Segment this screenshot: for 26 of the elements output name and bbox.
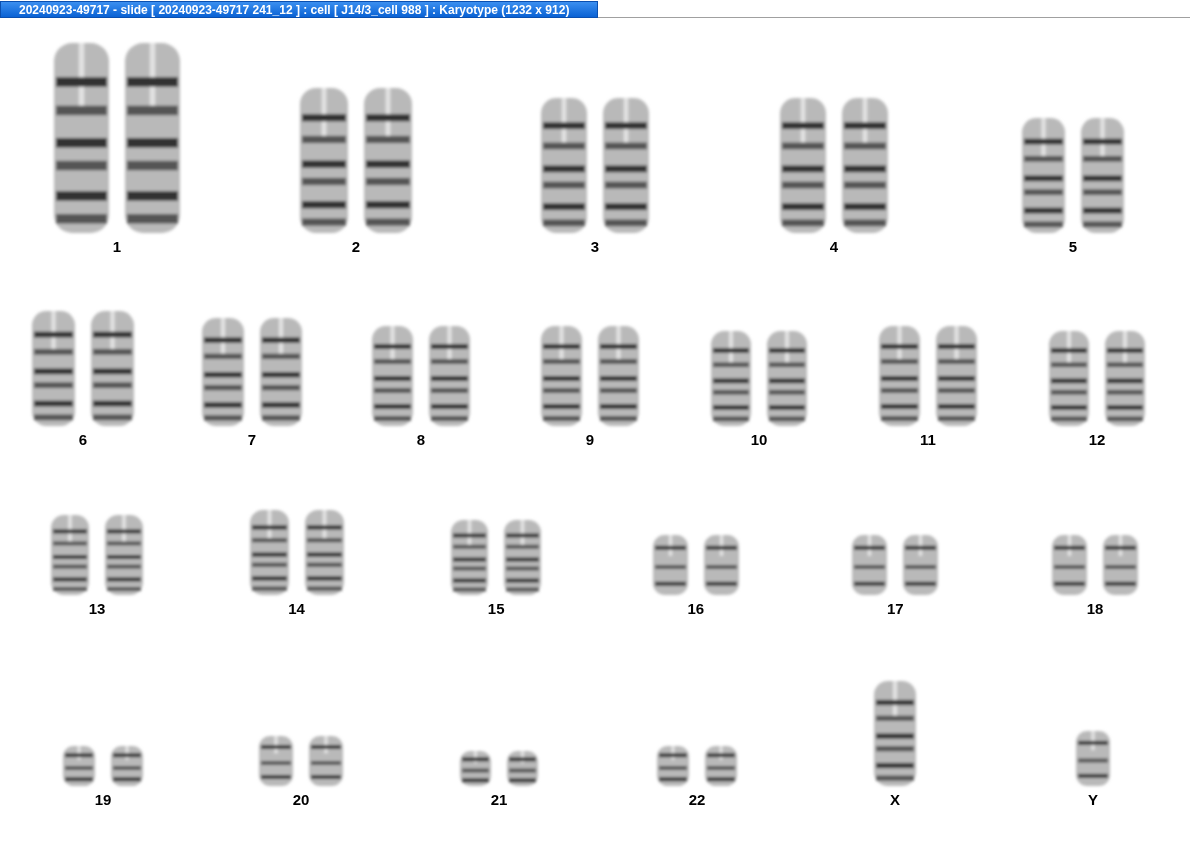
chromosome-number: 20 bbox=[292, 792, 310, 808]
chromosome-number: 16 bbox=[687, 601, 705, 617]
window-title: 20240923-49717 - slide [ 20240923-49717 241_12 ] : cell [ J14/3_cell 988 ] : Karyotype (1232 x 912) bbox=[0, 1, 598, 18]
chromosome-number: 10 bbox=[750, 432, 768, 448]
chromosome-number: 15 bbox=[487, 601, 505, 617]
chromosome-number: 2 bbox=[351, 239, 361, 255]
chromosome-number: 4 bbox=[829, 239, 839, 255]
chromosome-number: 9 bbox=[585, 432, 595, 448]
chromosome-drawing bbox=[1076, 731, 1110, 786]
chromosome-number: 11 bbox=[920, 432, 936, 448]
chromosome-number: X bbox=[890, 792, 900, 808]
chromosome-number: 7 bbox=[247, 432, 257, 448]
chromosome-number: 13 bbox=[88, 601, 106, 617]
chromosome-number: 3 bbox=[590, 239, 600, 255]
chromosome-number: Y bbox=[1088, 792, 1098, 808]
chromosome-number: 19 bbox=[94, 792, 112, 808]
chromosome-number: 8 bbox=[416, 432, 426, 448]
chromosome-number: 14 bbox=[288, 601, 305, 617]
chromosome-number: 18 bbox=[1086, 601, 1104, 617]
chromosome-number: 22 bbox=[688, 792, 706, 808]
chromosome-number: 1 bbox=[112, 239, 122, 255]
chromosome-number: 17 bbox=[887, 601, 904, 617]
chromosome-number: 21 bbox=[490, 792, 508, 808]
chromosome-number: 5 bbox=[1068, 239, 1078, 255]
chromosome-number: 12 bbox=[1088, 432, 1106, 448]
chromosome-number: 6 bbox=[78, 432, 88, 448]
